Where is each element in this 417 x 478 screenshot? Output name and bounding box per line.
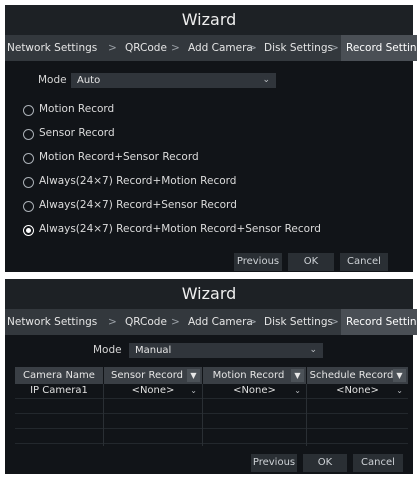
step-add-camera[interactable]: Add Camera [188,35,253,61]
wizard-panel-auto: Wizard Network Settings > QRCode > Add C… [5,5,417,272]
chevron-down-icon: ⌄ [309,345,317,355]
option-label: Always(24×7) Record+Motion Record+Sensor… [39,223,321,235]
wizard-steps: Network Settings > QRCode > Add Camera >… [5,35,417,61]
mode-select-value: Manual [135,345,172,356]
step-separator: > [108,316,117,328]
step-separator: > [330,42,339,54]
chevron-down-icon[interactable]: ▼ [393,369,406,382]
radio-button-icon[interactable] [23,225,34,236]
radio-button-icon[interactable] [23,105,34,116]
step-separator: > [171,316,180,328]
camera-name-cell: IP Camera1 [30,385,88,396]
mode-label: Mode [38,74,67,86]
cell-value: <None> [233,385,276,396]
option-label: Motion Record [39,103,115,115]
radio-button-icon[interactable] [23,201,34,212]
option-label: Always(24×7) Record+Motion Record [39,175,237,187]
option-sensor-record[interactable]: Sensor Record [23,127,115,140]
option-always-sensor-record[interactable]: Always(24×7) Record+Sensor Record [23,199,237,212]
column-header-label: Camera Name [23,370,95,381]
mode-select-value: Auto [77,75,101,86]
schedule-record-select[interactable]: <None> ⌄ [307,384,408,399]
ok-button[interactable]: OK [303,454,347,472]
column-divider [202,384,203,446]
chevron-down-icon[interactable]: ▼ [291,369,304,382]
ok-button[interactable]: OK [288,253,334,271]
step-disk-settings[interactable]: Disk Settings [264,309,333,335]
column-divider [103,384,104,446]
radio-button-icon[interactable] [23,129,34,140]
step-network-settings[interactable]: Network Settings [7,309,97,335]
chevron-down-icon: ⌄ [262,75,270,85]
option-label: Sensor Record [39,127,115,139]
step-network-settings[interactable]: Network Settings [7,35,97,61]
column-header-camera-name: Camera Name [15,367,103,384]
cancel-button[interactable]: Cancel [353,454,403,472]
radio-button-icon[interactable] [23,153,34,164]
option-label: Motion Record+Sensor Record [39,151,199,163]
table-row-empty [15,399,408,414]
step-separator: > [108,42,117,54]
step-disk-settings[interactable]: Disk Settings [264,35,333,61]
cell-value: <None> [336,385,379,396]
column-divider [306,384,307,446]
column-header-motion-record[interactable]: Motion Record ▼ [203,367,306,384]
option-always-motion-record[interactable]: Always(24×7) Record+Motion Record [23,175,237,188]
column-header-label: Schedule Record [309,370,394,381]
option-always-motion-sensor-record[interactable]: Always(24×7) Record+Motion Record+Sensor… [23,223,321,236]
mode-label: Mode [93,344,122,356]
option-motion-record[interactable]: Motion Record [23,103,115,116]
chevron-down-icon: ⌄ [294,386,301,395]
column-header-label: Motion Record [212,370,285,381]
step-separator: > [248,316,257,328]
table-row-empty [15,414,408,429]
mode-select[interactable]: Manual ⌄ [129,343,323,358]
step-separator: > [248,42,257,54]
option-label: Always(24×7) Record+Sensor Record [39,199,237,211]
column-header-schedule-record[interactable]: Schedule Record ▼ [307,367,408,384]
table-row-empty [15,429,408,444]
chevron-down-icon: ⌄ [396,386,403,395]
step-qrcode[interactable]: QRCode [125,35,167,61]
column-header-sensor-record[interactable]: Sensor Record ▼ [104,367,202,384]
wizard-steps: Network Settings > QRCode > Add Camera >… [5,309,417,335]
step-separator: > [330,316,339,328]
cancel-button[interactable]: Cancel [340,253,388,271]
step-record-settings[interactable]: Record Settings [341,35,417,61]
chevron-down-icon[interactable]: ▼ [187,369,200,382]
window-title: Wizard [5,279,413,309]
window-title: Wizard [5,5,413,35]
option-motion-sensor-record[interactable]: Motion Record+Sensor Record [23,151,199,164]
step-add-camera[interactable]: Add Camera [188,309,253,335]
radio-button-icon[interactable] [23,177,34,188]
step-qrcode[interactable]: QRCode [125,309,167,335]
cell-value: <None> [131,385,175,396]
wizard-panel-manual: Wizard Network Settings > QRCode > Add C… [5,279,417,474]
column-header-label: Sensor Record [110,370,183,381]
previous-button[interactable]: Previous [234,253,282,271]
chevron-down-icon: ⌄ [190,386,197,395]
motion-record-select[interactable]: <None> ⌄ [203,384,306,399]
previous-button[interactable]: Previous [251,454,297,472]
step-record-settings[interactable]: Record Settings [341,309,417,335]
step-separator: > [171,42,180,54]
table-row[interactable]: IP Camera1 <None> ⌄ <None> ⌄ <None> ⌄ [15,384,408,399]
sensor-record-select[interactable]: <None> ⌄ [104,384,202,399]
mode-select[interactable]: Auto ⌄ [71,73,276,88]
